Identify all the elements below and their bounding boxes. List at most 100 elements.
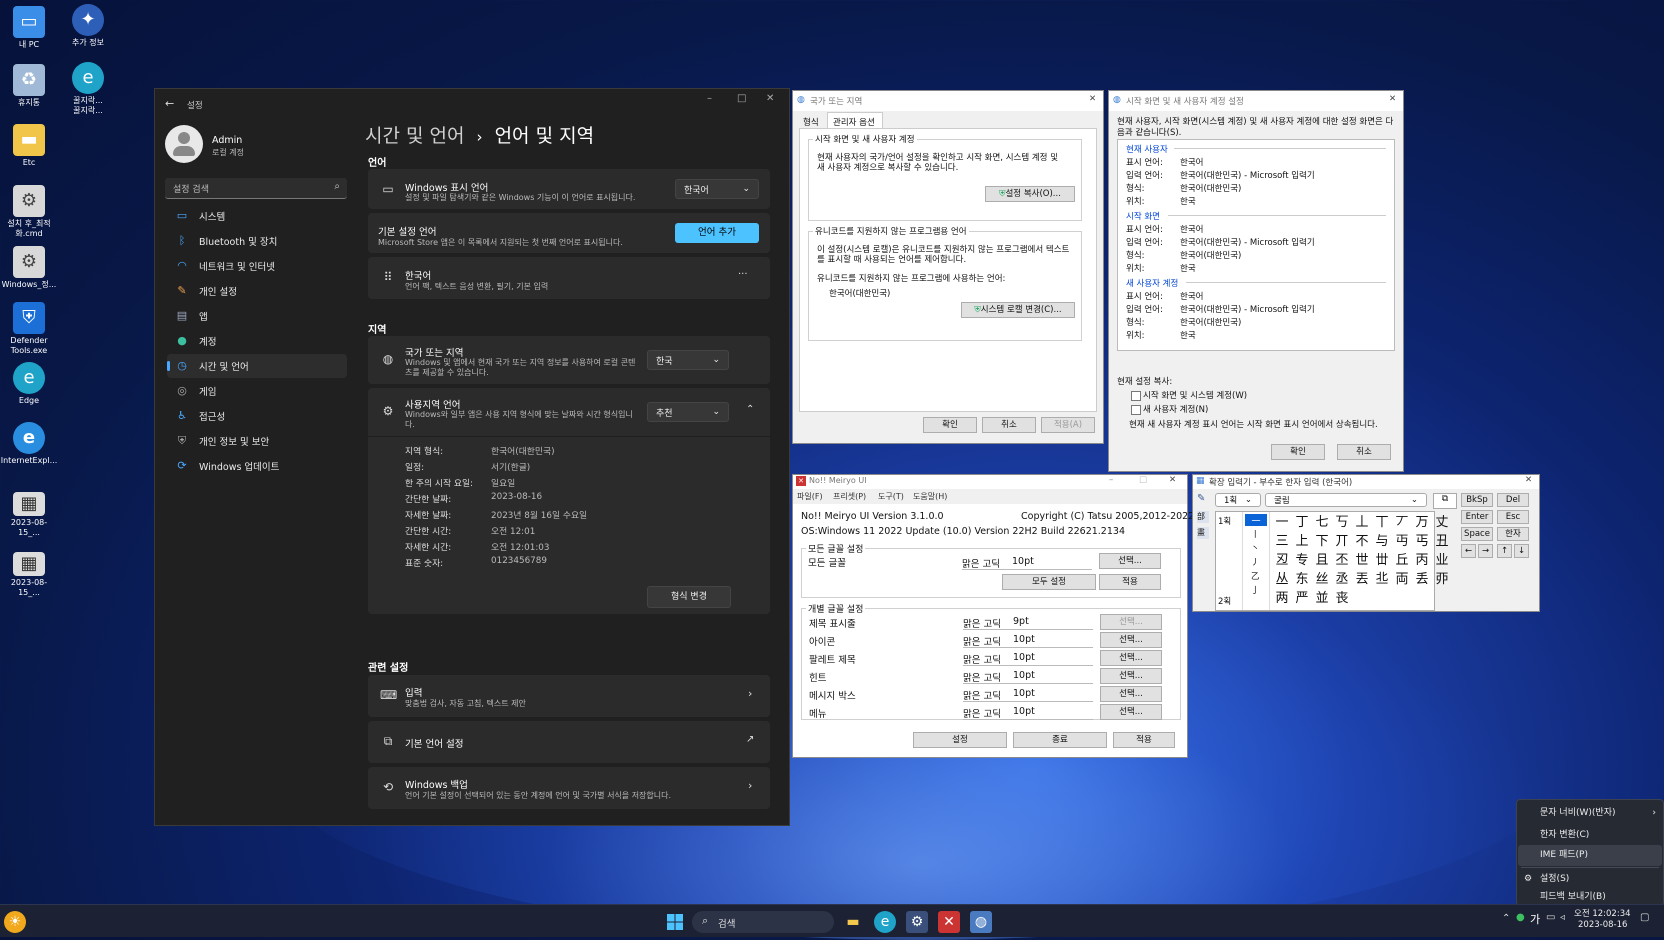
checkbox-new-user[interactable] (1131, 405, 1141, 415)
menu-help[interactable]: 도움말(H) (913, 491, 947, 502)
arrow-left-key[interactable]: ← (1461, 544, 1476, 558)
desktop-icon-screenshot-2[interactable]: ▦ 2023-08-15_... (0, 552, 58, 598)
select-font-button[interactable]: 선택... (1100, 704, 1162, 720)
hanja-char[interactable]: 丑 (1432, 533, 1452, 551)
hanja-char[interactable]: 丁 (1292, 514, 1312, 532)
sidebar-item-windows-update[interactable]: ⟳ Windows 업데이트 (167, 454, 347, 478)
radical-item[interactable]: 丨 (1251, 528, 1260, 540)
chevron-up-icon[interactable]: ⌃ (746, 404, 754, 415)
network-icon[interactable]: ▭ (1546, 912, 1555, 923)
weather-widget-icon[interactable]: ☀ (4, 911, 26, 933)
taskbar-search[interactable]: ⌕ 검색 (692, 911, 834, 933)
hanja-char[interactable]: 不 (1352, 533, 1372, 551)
ime-mode-indicator[interactable]: 가 (1530, 911, 1540, 927)
cancel-button[interactable]: 취소 (982, 417, 1036, 433)
select-all-font-button[interactable]: 선택... (1099, 553, 1161, 569)
handwriting-icon[interactable]: ✎ (1197, 493, 1205, 504)
backspace-key[interactable]: BkSp (1461, 493, 1493, 507)
country-dropdown[interactable]: 한국 ⌄ (647, 350, 729, 370)
hanja-char[interactable]: 丟 (1352, 571, 1372, 589)
exit-button[interactable]: 종료 (1013, 732, 1107, 748)
hanja-key[interactable]: 한자 (1497, 527, 1529, 541)
sidebar-item-accessibility[interactable]: ♿ 접근성 (167, 404, 347, 428)
sidebar-item-bluetooth[interactable]: ᛒ Bluetooth 및 장치 (167, 229, 347, 253)
tab-admin[interactable]: 관리자 옵션 (827, 112, 883, 129)
hanja-char[interactable]: 东 (1292, 571, 1312, 589)
apply-all-button[interactable]: 적용 (1099, 574, 1161, 590)
stroke-count-select[interactable]: 1획 ⌄ (1215, 493, 1261, 507)
checkbox-welcome-screen[interactable] (1131, 391, 1141, 401)
tray-overflow-chevron-icon[interactable]: ⌃ (1502, 913, 1510, 924)
menu-item-char-width[interactable]: 문자 너비(W)(반자) › (1518, 803, 1662, 824)
sidebar-item-network[interactable]: ◠ 네트워크 및 인터넷 (167, 254, 347, 278)
back-arrow-icon[interactable]: ← (165, 97, 174, 110)
close-icon[interactable]: ✕ (1169, 475, 1176, 485)
close-icon[interactable]: ✕ (1089, 94, 1096, 104)
arrow-right-key[interactable]: → (1478, 544, 1493, 558)
ok-button[interactable]: 확인 (1271, 444, 1325, 460)
regional-format-dropdown[interactable]: 추천 ⌄ (647, 402, 729, 422)
hanja-char[interactable]: 一 (1272, 514, 1292, 532)
add-language-button[interactable]: 언어 추가 (675, 223, 759, 243)
hanja-char[interactable]: 丂 (1332, 514, 1352, 532)
hanja-char[interactable]: 且 (1312, 552, 1332, 570)
delete-key[interactable]: Del (1497, 493, 1529, 507)
ok-button[interactable]: 확인 (923, 417, 977, 433)
hanja-char[interactable]: 丞 (1332, 571, 1352, 589)
hanja-char[interactable]: 丘 (1392, 552, 1412, 570)
menu-preset[interactable]: 프리셋(P) (833, 491, 866, 502)
hanja-char[interactable]: 三 (1272, 533, 1292, 551)
copy-settings-button[interactable]: ⛨설정 복사(O)... (985, 186, 1075, 202)
close-icon[interactable]: ✕ (1525, 475, 1532, 485)
space-key[interactable]: Space (1461, 527, 1493, 541)
hanja-char[interactable]: 丗 (1372, 552, 1392, 570)
hanja-char[interactable]: 七 (1312, 514, 1332, 532)
desktop-icon-internet-explorer[interactable]: e InternetExpl... (0, 422, 58, 466)
desktop-icon-windows-setup[interactable]: ⚙ Windows_정... (0, 246, 58, 290)
sidebar-item-apps[interactable]: ▤ 앱 (167, 304, 347, 328)
select-font-button[interactable]: 선택... (1100, 632, 1162, 648)
change-format-button[interactable]: 형식 변경 (647, 586, 731, 608)
more-options-icon[interactable]: ··· (738, 269, 748, 280)
close-icon[interactable]: ✕ (766, 93, 774, 104)
hanja-char[interactable]: 丝 (1312, 571, 1332, 589)
radical-item[interactable]: 乙 (1251, 570, 1260, 582)
enter-key[interactable]: Enter (1461, 510, 1493, 524)
cancel-button[interactable]: 취소 (1337, 444, 1391, 460)
hanja-char[interactable]: 专 (1292, 552, 1312, 570)
hanja-char[interactable]: 两 (1272, 590, 1292, 608)
menu-tools[interactable]: 도구(T) (878, 491, 904, 502)
drag-handle-icon[interactable]: ⠿ (380, 270, 396, 286)
hanja-char[interactable]: 丣 (1432, 571, 1452, 589)
radical-mode-icon[interactable]: 部 (1197, 511, 1209, 523)
tab-format[interactable]: 형식 (803, 116, 819, 128)
radical-item[interactable]: 丿 (1251, 556, 1260, 568)
minimize-icon[interactable]: – (707, 93, 712, 104)
change-system-locale-button[interactable]: ⛨시스템 로캘 변경(C)... (961, 302, 1075, 318)
menu-item-ime-pad[interactable]: IME 패드(P) (1518, 845, 1662, 866)
hanja-char[interactable]: 上 (1292, 533, 1312, 551)
select-font-button[interactable]: 선택... (1100, 650, 1162, 666)
language-item-korean[interactable]: ⠿ 한국어 언어 팩, 텍스트 음성 변환, 필기, 기본 입력 ··· (368, 257, 770, 299)
search-input[interactable]: 설정 검색 ⌕ (165, 178, 347, 199)
set-all-button[interactable]: 모두 설정 (1002, 574, 1096, 590)
notification-icon[interactable]: ▢ (1640, 912, 1649, 923)
desktop-icon-recycle-bin[interactable]: ♻ 휴지통 (0, 64, 58, 108)
hanja-char[interactable]: 世 (1352, 552, 1372, 570)
checkbox-label[interactable]: 새 사용자 계정(N) (1143, 403, 1208, 415)
hanja-char[interactable]: 丄 (1352, 514, 1372, 532)
file-explorer-icon[interactable]: ▬ (842, 911, 864, 933)
desktop-icon-screenshot-1[interactable]: ▦ 2023-08-15_... (0, 492, 58, 538)
sidebar-item-personalization[interactable]: ✎ 개인 설정 (167, 279, 347, 303)
arrow-down-key[interactable]: ↓ (1514, 544, 1529, 558)
hanja-char[interactable]: 両 (1392, 571, 1412, 589)
start-button[interactable] (664, 911, 686, 933)
radical-item[interactable]: 丶 (1251, 542, 1260, 554)
hanja-char[interactable]: 丛 (1272, 571, 1292, 589)
clock-time[interactable]: 오전 12:02:34 (1574, 907, 1631, 919)
sidebar-item-privacy[interactable]: ⛨ 개인 정보 및 보안 (167, 429, 347, 453)
hanja-char[interactable]: 丆 (1392, 514, 1412, 532)
hanja-char[interactable]: 丢 (1412, 571, 1432, 589)
desktop-icon-edge[interactable]: e Edge (0, 362, 58, 406)
hanja-char[interactable]: 下 (1312, 533, 1332, 551)
